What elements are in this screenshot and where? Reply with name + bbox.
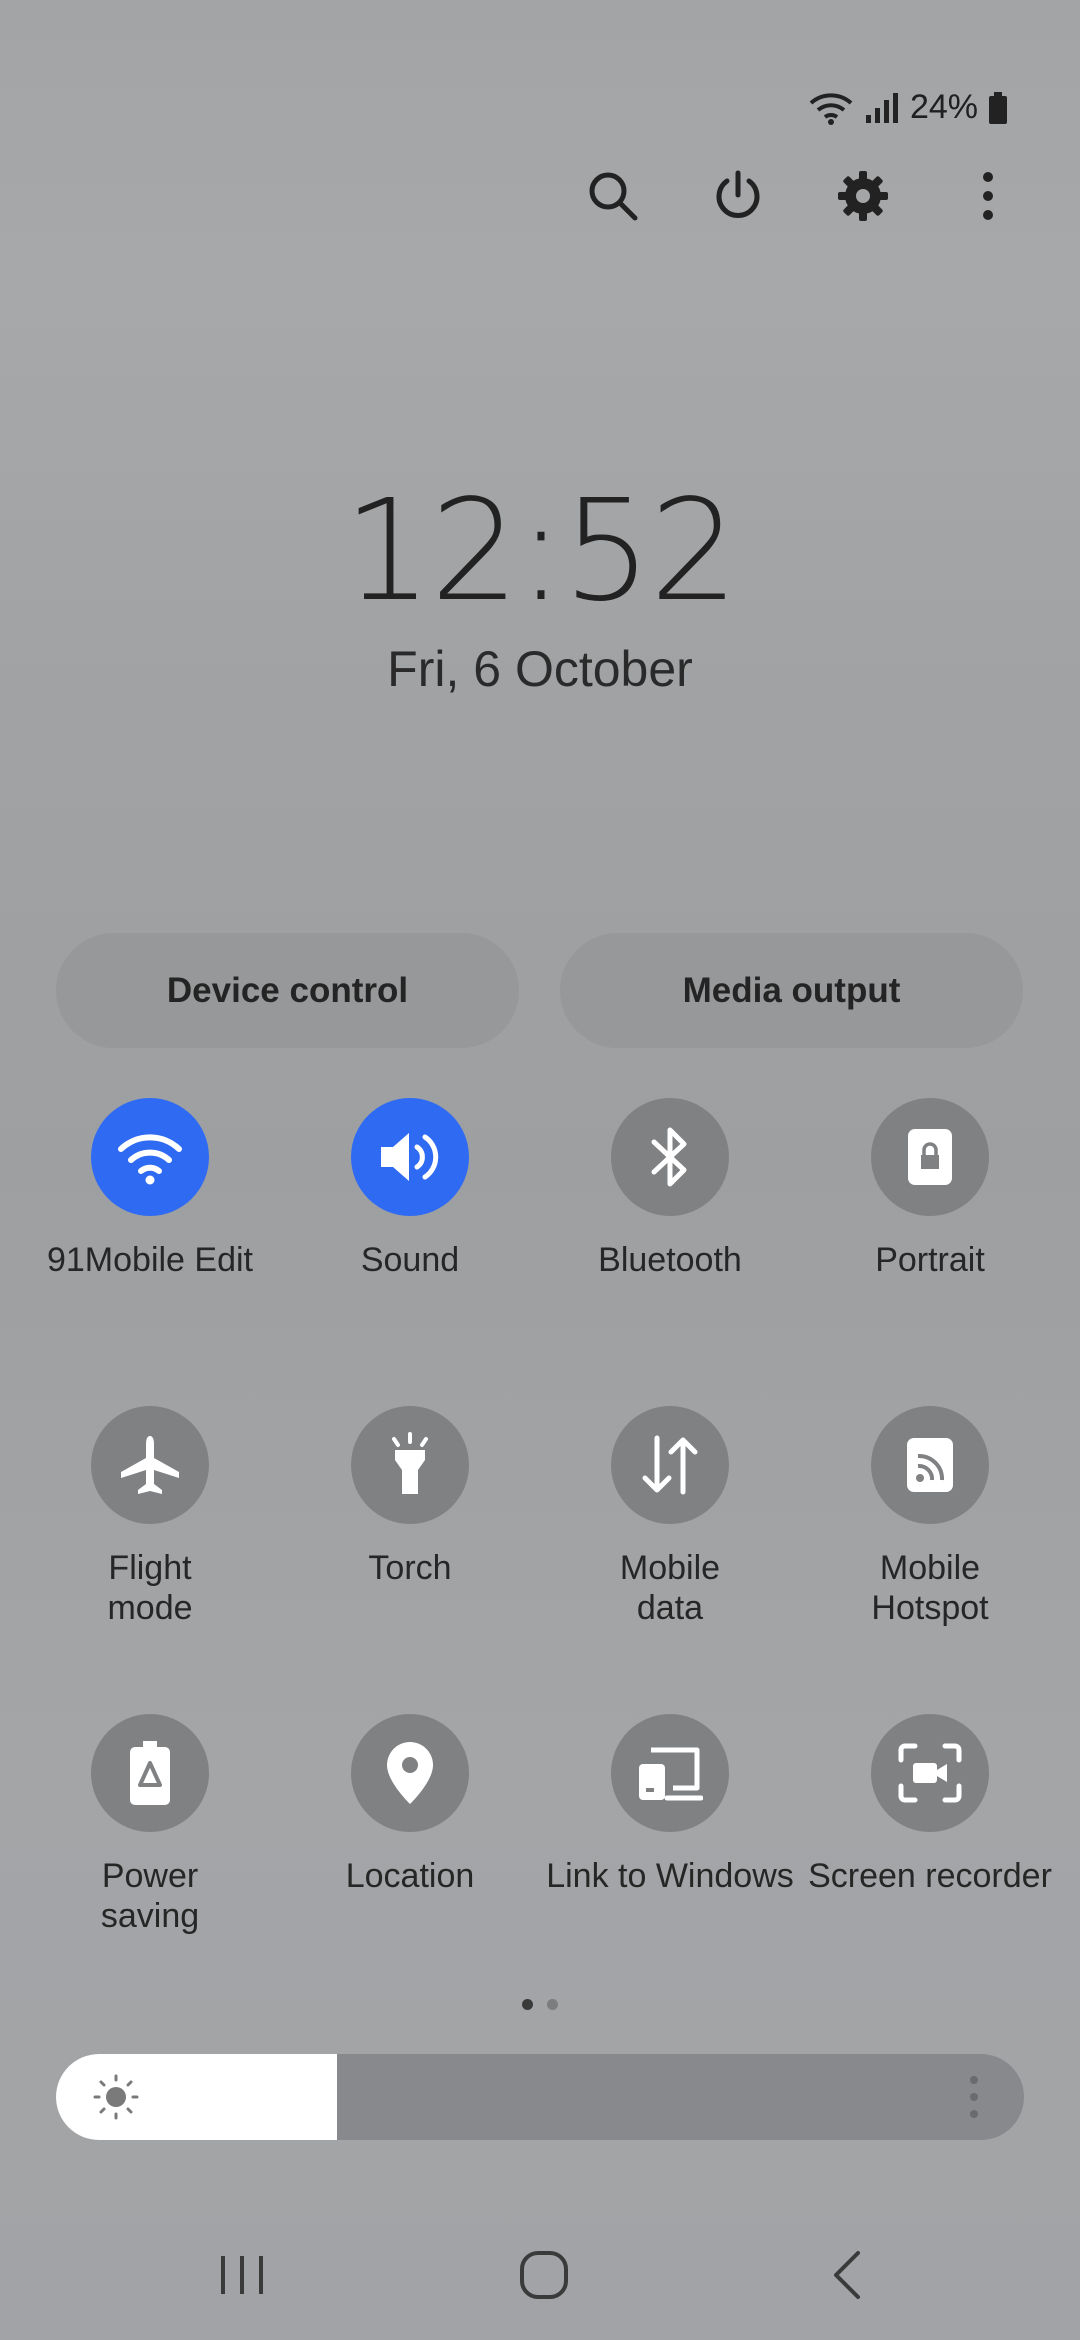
search-icon <box>589 172 637 221</box>
tile-torch[interactable]: Torch <box>280 1406 540 1588</box>
home-icon <box>520 2251 568 2299</box>
power-button[interactable] <box>675 160 800 232</box>
device-control-button[interactable]: Device control <box>56 933 519 1048</box>
media-output-button[interactable]: Media output <box>560 933 1023 1048</box>
tile-link-to-windows[interactable]: Link to Windows <box>540 1714 800 1896</box>
bluetooth-toggle[interactable] <box>611 1098 729 1216</box>
search-button[interactable] <box>550 160 675 232</box>
battery-percentage: 24% <box>909 88 978 126</box>
torch-toggle[interactable] <box>351 1406 469 1524</box>
tile-wifi[interactable]: 91Mobile Edit <box>20 1098 280 1280</box>
mobile-data-toggle[interactable] <box>611 1406 729 1524</box>
torch-icon <box>392 1432 428 1494</box>
tile-label: Link to Windows <box>546 1857 794 1895</box>
wifi-icon <box>118 1134 182 1185</box>
tile-label: Power saving <box>100 1857 200 1935</box>
clock-date: Fri, 6 October <box>387 641 693 697</box>
airplane-icon <box>121 1436 179 1494</box>
more-options-icon <box>982 172 993 220</box>
tile-label: Flight mode <box>107 1549 193 1627</box>
mobile-data-icon <box>642 1435 698 1495</box>
tile-bluetooth[interactable]: Bluetooth <box>540 1098 800 1280</box>
power-icon <box>716 170 759 218</box>
more-options-button[interactable] <box>925 160 1050 232</box>
tile-label: Torch <box>368 1549 452 1587</box>
tile-screen-recorder[interactable]: Screen recorder <box>800 1714 1060 1896</box>
home-button[interactable] <box>484 2240 604 2310</box>
tile-flight-mode[interactable]: Flight mode <box>20 1406 280 1628</box>
tile-mobile-hotspot[interactable]: Mobile Hotspot <box>800 1406 1060 1628</box>
portrait-toggle[interactable] <box>871 1098 989 1216</box>
power-saving-toggle[interactable] <box>91 1714 209 1832</box>
tile-label: Portrait <box>875 1241 985 1279</box>
navigation-bar <box>0 2240 1080 2310</box>
settings-button[interactable] <box>800 160 925 232</box>
sun-icon <box>93 2074 139 2120</box>
location-toggle[interactable] <box>351 1714 469 1832</box>
hotspot-icon <box>907 1438 953 1492</box>
flight-mode-toggle[interactable] <box>91 1406 209 1524</box>
link-to-windows-toggle[interactable] <box>611 1714 729 1832</box>
page-indicator <box>0 1999 1080 2010</box>
tile-label: Mobile data <box>619 1549 721 1627</box>
screen-recorder-icon <box>898 1743 962 1803</box>
tile-power-saving[interactable]: Power saving <box>20 1714 280 1936</box>
bluetooth-icon <box>651 1127 687 1187</box>
top-actions <box>550 160 1050 232</box>
back-button[interactable] <box>786 2240 906 2310</box>
clock-time: 12:52 <box>343 470 738 633</box>
tile-label: Mobile Hotspot <box>871 1549 989 1627</box>
brightness-slider[interactable] <box>56 2054 1024 2140</box>
sound-icon <box>381 1133 439 1181</box>
tile-label: Sound <box>360 1241 460 1279</box>
wifi-toggle[interactable] <box>91 1098 209 1216</box>
wifi-icon <box>809 92 853 125</box>
battery-icon <box>989 91 1007 124</box>
mobile-hotspot-toggle[interactable] <box>871 1406 989 1524</box>
tile-location[interactable]: Location <box>280 1714 540 1896</box>
tile-label: Location <box>345 1857 475 1895</box>
signal-icon <box>865 92 898 123</box>
recents-button[interactable] <box>182 2240 302 2310</box>
brightness-more-icon[interactable] <box>968 2074 980 2120</box>
sound-toggle[interactable] <box>351 1098 469 1216</box>
tile-mobile-data[interactable]: Mobile data <box>540 1406 800 1628</box>
tile-sound[interactable]: Sound <box>280 1098 540 1280</box>
page-dot-active <box>522 1999 533 2010</box>
tile-label: 91Mobile Edit <box>46 1241 253 1279</box>
settings-icon <box>837 171 888 221</box>
recents-icon <box>221 2256 263 2294</box>
power-saving-icon <box>130 1741 170 1805</box>
screen-recorder-toggle[interactable] <box>871 1714 989 1832</box>
location-icon <box>387 1742 433 1804</box>
tile-label: Bluetooth <box>598 1241 742 1279</box>
link-to-windows-icon <box>639 1747 703 1801</box>
back-icon <box>834 2251 860 2299</box>
tile-portrait[interactable]: Portrait <box>800 1098 1060 1280</box>
page-dot <box>547 1999 558 2010</box>
status-bar: 24% <box>808 88 1008 127</box>
tile-label: Screen recorder <box>808 1857 1052 1895</box>
portrait-lock-icon <box>908 1129 952 1185</box>
